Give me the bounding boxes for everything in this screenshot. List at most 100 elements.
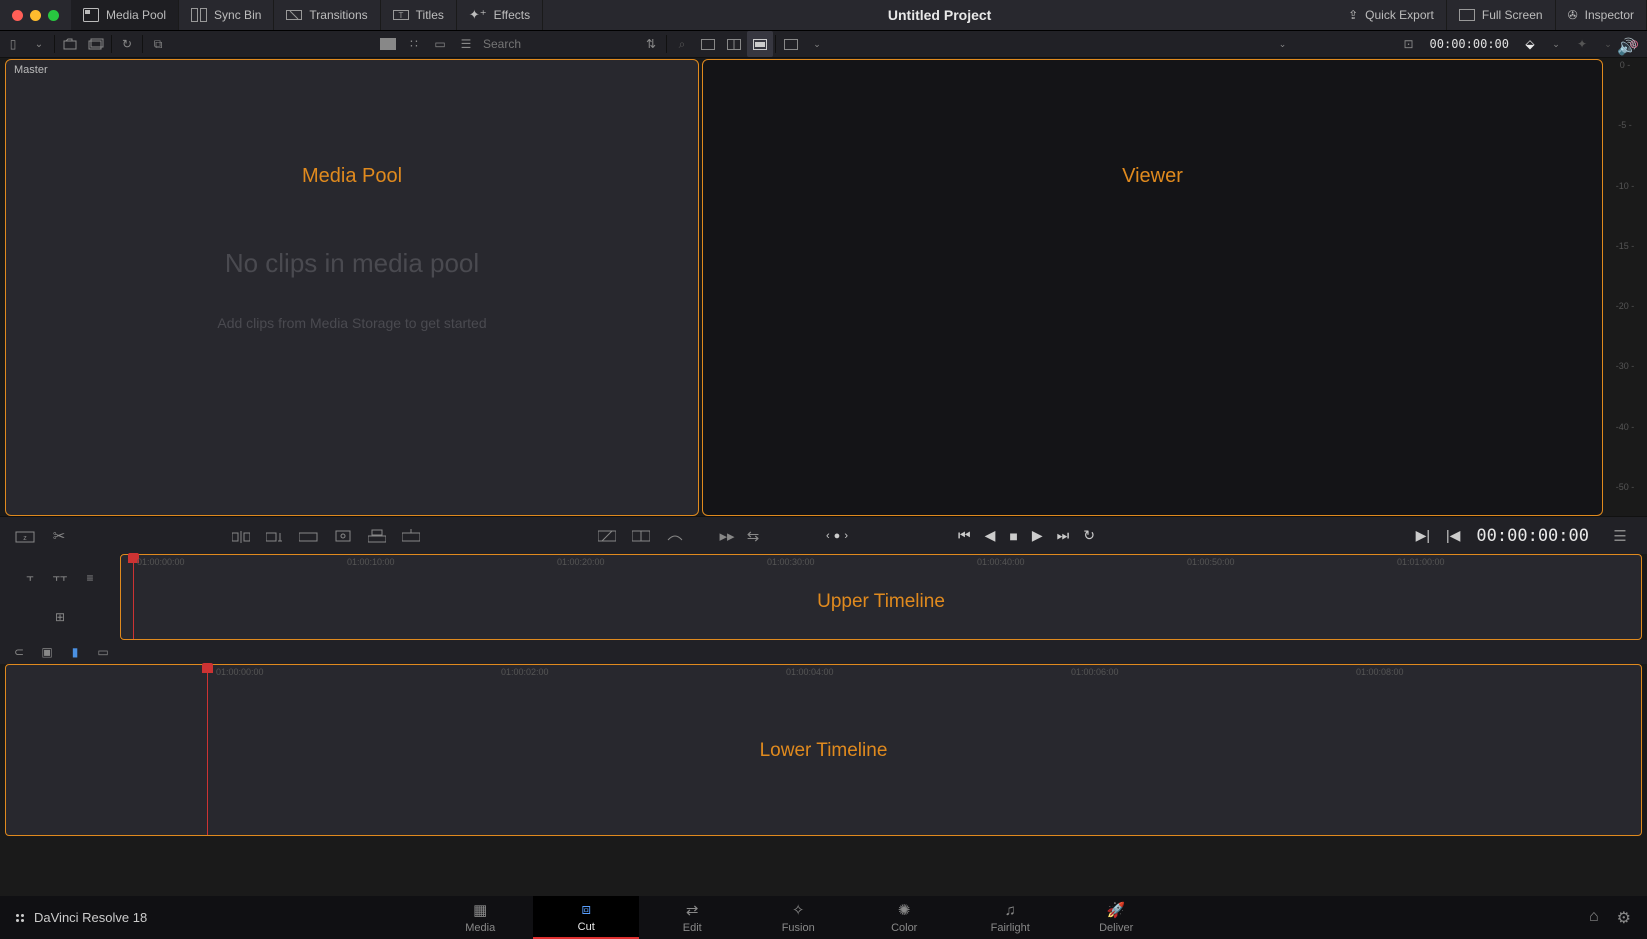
next-edit-button[interactable]: ▶| xyxy=(1416,527,1430,544)
fairlight-page-tab[interactable]: ♫ Fairlight xyxy=(957,896,1063,939)
free-playhead-button[interactable]: ⫟⫟ xyxy=(49,567,71,589)
edit-page-icon: ⇄ xyxy=(686,901,699,919)
project-settings-button[interactable]: ⚙ xyxy=(1617,908,1631,928)
transitions-tab[interactable]: Transitions xyxy=(274,0,380,30)
titles-tab[interactable]: T Titles xyxy=(381,0,457,30)
sync-bin-tab[interactable]: Sync Bin xyxy=(179,0,274,30)
edit-toolbar: z ✂ ▸▸ ⇆ ‹ ● › ⏮ ◀ ■ ▶ ⏭ ↻ ▶| |◀ xyxy=(0,516,1647,554)
prev-edit-button[interactable]: |◀ xyxy=(1446,527,1460,544)
upper-timeline[interactable]: 01:00:00:00 01:00:10:00 01:00:20:00 01:0… xyxy=(120,554,1642,640)
source-clip-button[interactable] xyxy=(721,31,747,57)
add-keyframe-button[interactable]: ● xyxy=(834,530,841,542)
list-view-button[interactable]: ☰ xyxy=(453,31,479,57)
flag-button[interactable]: ▮ xyxy=(66,643,84,661)
sort-button[interactable]: ⇅ xyxy=(638,31,664,57)
chevron-down-icon[interactable]: ⌄ xyxy=(26,31,52,57)
timeline-mark: 01:00:40:00 xyxy=(977,557,1025,567)
deliver-page-tab[interactable]: 🚀 Deliver xyxy=(1063,896,1169,939)
cut-page-label: Cut xyxy=(578,921,595,933)
source-overwrite-button[interactable] xyxy=(398,525,424,547)
media-pool-panel: Master Media Pool No clips in media pool… xyxy=(5,59,699,516)
resolution-dropdown[interactable] xyxy=(778,31,804,57)
cut-button[interactable] xyxy=(662,525,688,547)
chevron-down-icon[interactable]: ⌄ xyxy=(1270,31,1296,57)
dissolve-button[interactable] xyxy=(594,525,620,547)
close-window-button[interactable] xyxy=(12,10,23,21)
source-tape-button[interactable] xyxy=(695,31,721,57)
link-proxy-button[interactable]: ⧉ xyxy=(145,31,171,57)
app-brand: DaVinci Resolve 18 xyxy=(16,910,147,925)
lower-playhead[interactable] xyxy=(207,665,208,835)
stop-button[interactable]: ■ xyxy=(1009,528,1017,544)
viewer-timecode: 00:00:00:00 xyxy=(1422,37,1517,51)
timeline-options-button[interactable]: ⇆ xyxy=(740,525,766,547)
workspace-tabs: ▦ Media ⧈ Cut ⇄ Edit ✧ Fusion ✺ Color ♫ … xyxy=(427,896,1169,939)
resolve-logo-icon xyxy=(16,914,24,922)
import-folder-button[interactable] xyxy=(83,31,109,57)
loop-button[interactable]: ↻ xyxy=(1083,527,1095,544)
speaker-icon[interactable]: 🔊 xyxy=(1617,37,1637,57)
edit-page-tab[interactable]: ⇄ Edit xyxy=(639,896,745,939)
fast-review-button[interactable]: ▸▸ xyxy=(714,525,740,547)
lock-playhead-button[interactable]: ⫟ xyxy=(19,567,41,589)
go-to-start-button[interactable]: ⏮ xyxy=(958,527,971,544)
fusion-page-label: Fusion xyxy=(782,922,815,934)
timeline-timecode[interactable]: 00:00:00:00 xyxy=(1476,526,1589,546)
maximize-window-button[interactable] xyxy=(48,10,59,21)
smooth-cut-button[interactable] xyxy=(628,525,654,547)
next-keyframe-button[interactable]: › xyxy=(844,530,848,542)
home-button[interactable]: ⌂ xyxy=(1589,908,1599,928)
close-up-button[interactable] xyxy=(330,525,356,547)
effects-tab[interactable]: ✦⁺ Effects xyxy=(457,0,543,30)
quick-export-button[interactable]: ⇪ Quick Export xyxy=(1336,0,1447,30)
minimize-window-button[interactable] xyxy=(30,10,41,21)
media-pool-toolbar: ▯ ⌄ ↻ ⧉ ∷ ▭ ☰ ⇅ ⌕ xyxy=(0,31,695,57)
cut-page-icon: ⧈ xyxy=(581,901,591,918)
bypass-button[interactable]: ✦ xyxy=(1569,31,1595,57)
titles-label: Titles xyxy=(416,8,444,22)
snapping-button[interactable]: ⊂ xyxy=(10,643,28,661)
play-button[interactable]: ▶ xyxy=(1032,527,1043,544)
lower-timeline[interactable]: 01:00:00:00 01:00:02:00 01:00:04:00 01:0… xyxy=(5,664,1642,836)
prev-keyframe-button[interactable]: ‹ xyxy=(826,530,830,542)
meter-mark: -30 - xyxy=(1607,361,1643,371)
meter-mark: -5 - xyxy=(1607,120,1643,130)
boring-detector-button[interactable]: z xyxy=(12,525,38,547)
color-page-tab[interactable]: ✺ Color xyxy=(851,896,957,939)
sub-toolbar: ▯ ⌄ ↻ ⧉ ∷ ▭ ☰ ⇅ ⌕ ⌄ ⌄ ⊡ 00:00:00:00 ⬙ ⌄ … xyxy=(0,31,1647,58)
search-input[interactable] xyxy=(479,37,638,51)
thumbnail-view-button[interactable]: ∷ xyxy=(401,31,427,57)
import-media-button[interactable] xyxy=(57,31,83,57)
inspector-button[interactable]: ✇ Inspector xyxy=(1556,0,1647,30)
search-icon-button[interactable]: ⌕ xyxy=(669,31,695,57)
append-button[interactable] xyxy=(262,525,288,547)
marker-button[interactable]: ▣ xyxy=(38,643,56,661)
place-on-top-button[interactable] xyxy=(364,525,390,547)
media-page-tab[interactable]: ▦ Media xyxy=(427,896,533,939)
split-clip-button[interactable]: ✂ xyxy=(46,525,72,547)
video-trim-button[interactable]: ⊞ xyxy=(49,606,71,628)
chevron-down-icon[interactable]: ⌄ xyxy=(1543,31,1569,57)
sync-clips-button[interactable]: ↻ xyxy=(114,31,140,57)
audio-sync-button[interactable]: ▭ xyxy=(94,643,112,661)
metadata-view-button[interactable] xyxy=(375,31,401,57)
safe-area-button[interactable]: ⊡ xyxy=(1396,31,1422,57)
bin-list-button[interactable]: ▯ xyxy=(0,31,26,57)
cut-page-tab[interactable]: ⧈ Cut xyxy=(533,896,639,939)
strip-view-button[interactable]: ▭ xyxy=(427,31,453,57)
timeline-view-button[interactable] xyxy=(747,31,773,57)
chevron-down-icon[interactable]: ⌄ xyxy=(804,31,830,57)
audio-meter: 0 - -5 - -10 - -15 - -20 - -30 - -40 - -… xyxy=(1607,58,1643,494)
media-pool-tab[interactable]: Media Pool xyxy=(71,0,179,30)
meter-mark: -20 - xyxy=(1607,301,1643,311)
smart-insert-button[interactable] xyxy=(228,525,254,547)
full-screen-button[interactable]: Full Screen xyxy=(1447,0,1556,30)
play-reverse-button[interactable]: ◀ xyxy=(985,527,996,544)
go-to-end-button[interactable]: ⏭ xyxy=(1057,527,1070,544)
tools-overlay-button[interactable]: ⬙ xyxy=(1517,31,1543,57)
audio-trim-button[interactable]: ≡ xyxy=(79,567,101,589)
master-bin-tab[interactable]: Master xyxy=(14,64,48,76)
fusion-page-tab[interactable]: ✧ Fusion xyxy=(745,896,851,939)
ripple-overwrite-button[interactable] xyxy=(296,525,322,547)
timeline-menu-button[interactable]: ☰ xyxy=(1607,525,1633,547)
